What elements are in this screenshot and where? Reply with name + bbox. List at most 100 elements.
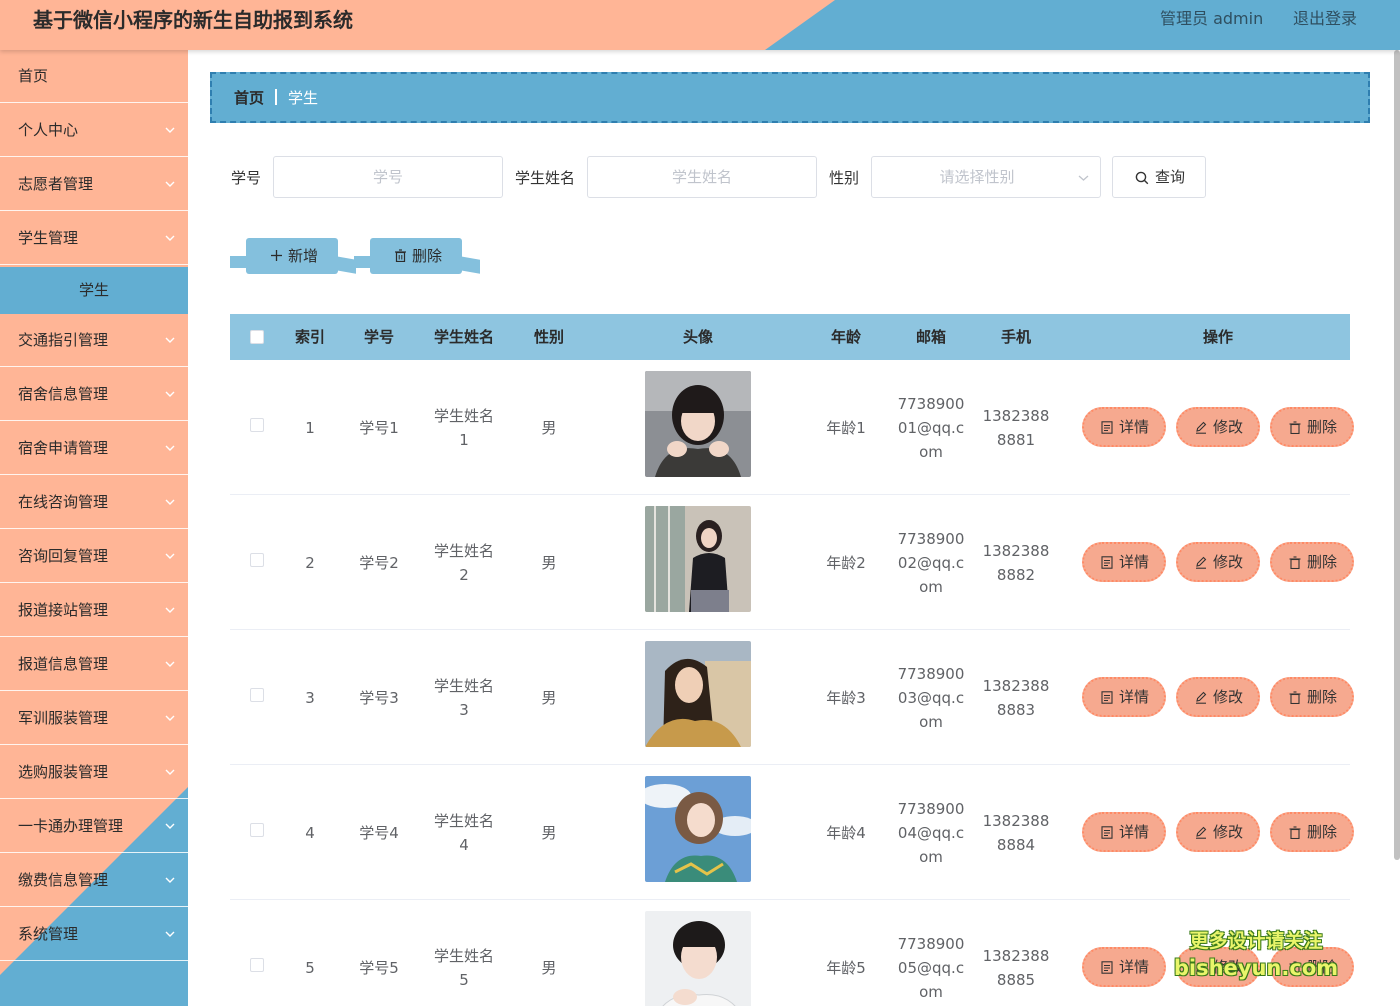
search-icon (1135, 171, 1149, 185)
add-button-label: 新增 (288, 247, 319, 265)
breadcrumb-home[interactable]: 首页 (234, 88, 264, 108)
logout-link[interactable]: 退出登录 (1293, 8, 1357, 30)
sidebar: 首页 个人中心 志愿者管理 学生管理 学生 交通指引管理 宿舍信息管理 宿舍申请… (0, 50, 188, 1006)
sidebar-item-label: 报道信息管理 (18, 655, 109, 673)
table-header: 索引 学号 学生姓名 性别 头像 年龄 邮箱 手机 操作 (230, 314, 1350, 360)
select-all-checkbox[interactable] (250, 330, 264, 344)
edit-button-label: 修改 (1213, 688, 1244, 706)
sidebar-item-system[interactable]: 系统管理 (0, 908, 188, 961)
edit-button[interactable]: 修改 (1176, 812, 1260, 852)
cell-phone: 1382388 8883 (979, 674, 1053, 722)
breadcrumb-current: 学生 (288, 89, 319, 107)
breadcrumb: 首页 学生 (210, 72, 1370, 123)
delete-button[interactable]: 删除 (1270, 677, 1354, 717)
chevron-down-icon (165, 553, 175, 559)
row-checkbox[interactable] (250, 688, 264, 702)
sidebar-item-dorm-info[interactable]: 宿舍信息管理 (0, 368, 188, 421)
row-checkbox[interactable] (250, 418, 264, 432)
detail-button-label: 详情 (1119, 418, 1150, 436)
sidebar-subitem-student[interactable]: 学生 (0, 267, 188, 314)
row-checkbox[interactable] (250, 958, 264, 972)
cell-email-line: 7738900 (897, 665, 965, 683)
sidebar-item-home[interactable]: 首页 (0, 50, 188, 103)
delete-button-label: 删除 (1307, 553, 1338, 571)
sidebar-item-uniform[interactable]: 军训服装管理 (0, 692, 188, 745)
sidebar-item-volunteer[interactable]: 志愿者管理 (0, 158, 188, 211)
top-header: 基于微信小程序的新生自助报到系统 管理员 admin 退出登录 (0, 0, 1400, 50)
sidebar-item-personal-center[interactable]: 个人中心 (0, 104, 188, 157)
sidebar-item-student-mgmt[interactable]: 学生管理 (0, 212, 188, 265)
cell-email-line: om (919, 983, 943, 1001)
sidebar-item-uniform-purchase[interactable]: 选购服装管理 (0, 746, 188, 799)
query-button[interactable]: 查询 (1112, 156, 1206, 198)
sidebar-item-label: 选购服装管理 (18, 763, 109, 781)
add-button[interactable]: 新增 (246, 238, 338, 274)
cell-email-line: 7738900 (897, 395, 965, 413)
chevron-down-icon (165, 769, 175, 775)
student-name-input[interactable] (587, 156, 817, 198)
cell-email: 7738900 01@qq.c om (894, 392, 968, 464)
watermark-line: 更多设计请关注 (1189, 930, 1323, 952)
column-header-avatar: 头像 (682, 328, 713, 346)
page-scrollbar[interactable] (1394, 50, 1400, 860)
edit-button[interactable]: 修改 (1176, 677, 1260, 717)
document-icon (1101, 421, 1113, 434)
cell-gender: 男 (541, 824, 557, 842)
trash-icon (1289, 691, 1301, 704)
avatar (645, 911, 751, 1006)
cell-student-no: 学号3 (359, 689, 399, 707)
chevron-down-icon (1078, 175, 1089, 181)
avatar (645, 641, 751, 747)
sidebar-item-label: 首页 (18, 67, 49, 85)
cell-phone-line: 1382388 (982, 812, 1050, 830)
cell-email: 7738900 03@qq.c om (894, 662, 968, 734)
detail-button[interactable]: 详情 (1082, 542, 1166, 582)
trash-icon (1289, 556, 1301, 569)
chevron-down-icon (165, 391, 175, 397)
delete-button[interactable]: 删除 (1270, 542, 1354, 582)
delete-button[interactable]: 删除 (1270, 407, 1354, 447)
row-checkbox[interactable] (250, 553, 264, 567)
chevron-down-icon (165, 181, 175, 187)
cell-student-no: 学号4 (359, 824, 399, 842)
sidebar-item-report-info[interactable]: 报道信息管理 (0, 638, 188, 691)
avatar-image (645, 911, 751, 1006)
sidebar-item-traffic-guide[interactable]: 交通指引管理 (0, 314, 188, 367)
cell-age: 年龄3 (826, 689, 866, 707)
chevron-down-icon (165, 607, 175, 613)
row-checkbox[interactable] (250, 823, 264, 837)
cell-name: 学生姓名 5 (424, 944, 504, 992)
chevron-down-icon (165, 715, 175, 721)
sidebar-item-campus-card[interactable]: 一卡通办理管理 (0, 800, 188, 853)
sidebar-item-label: 报道接站管理 (18, 601, 109, 619)
cell-index: 4 (305, 824, 315, 842)
detail-button[interactable]: 详情 (1082, 407, 1166, 447)
sidebar-item-consult-reply[interactable]: 咨询回复管理 (0, 530, 188, 583)
sidebar-item-payment[interactable]: 缴费信息管理 (0, 854, 188, 907)
column-header-gender: 性别 (533, 328, 564, 346)
cell-name-line: 4 (459, 836, 469, 854)
avatar-image (645, 641, 751, 747)
detail-button-label: 详情 (1119, 553, 1150, 571)
cell-email-line: 02@qq.c (897, 554, 965, 572)
cell-phone: 1382388 8882 (979, 539, 1053, 587)
avatar-image (645, 371, 751, 477)
cell-name: 学生姓名 4 (424, 809, 504, 857)
sidebar-item-station-pickup[interactable]: 报道接站管理 (0, 584, 188, 637)
batch-delete-button[interactable]: 删除 (370, 238, 462, 274)
cell-name-line: 1 (459, 431, 469, 449)
student-no-input[interactable] (273, 156, 503, 198)
sidebar-item-online-consult[interactable]: 在线咨询管理 (0, 476, 188, 529)
edit-button[interactable]: 修改 (1176, 542, 1260, 582)
edit-button[interactable]: 修改 (1176, 407, 1260, 447)
gender-select[interactable]: 请选择性别 (871, 156, 1101, 198)
detail-button[interactable]: 详情 (1082, 812, 1166, 852)
cell-gender: 男 (541, 959, 557, 977)
detail-button[interactable]: 详情 (1082, 677, 1166, 717)
delete-button[interactable]: 删除 (1270, 812, 1354, 852)
sidebar-item-dorm-apply[interactable]: 宿舍申请管理 (0, 422, 188, 475)
sidebar-item-label: 缴费信息管理 (18, 871, 109, 889)
detail-button[interactable]: 详情 (1082, 947, 1166, 987)
cell-phone-line: 8884 (996, 836, 1036, 854)
sidebar-item-label: 在线咨询管理 (18, 493, 109, 511)
